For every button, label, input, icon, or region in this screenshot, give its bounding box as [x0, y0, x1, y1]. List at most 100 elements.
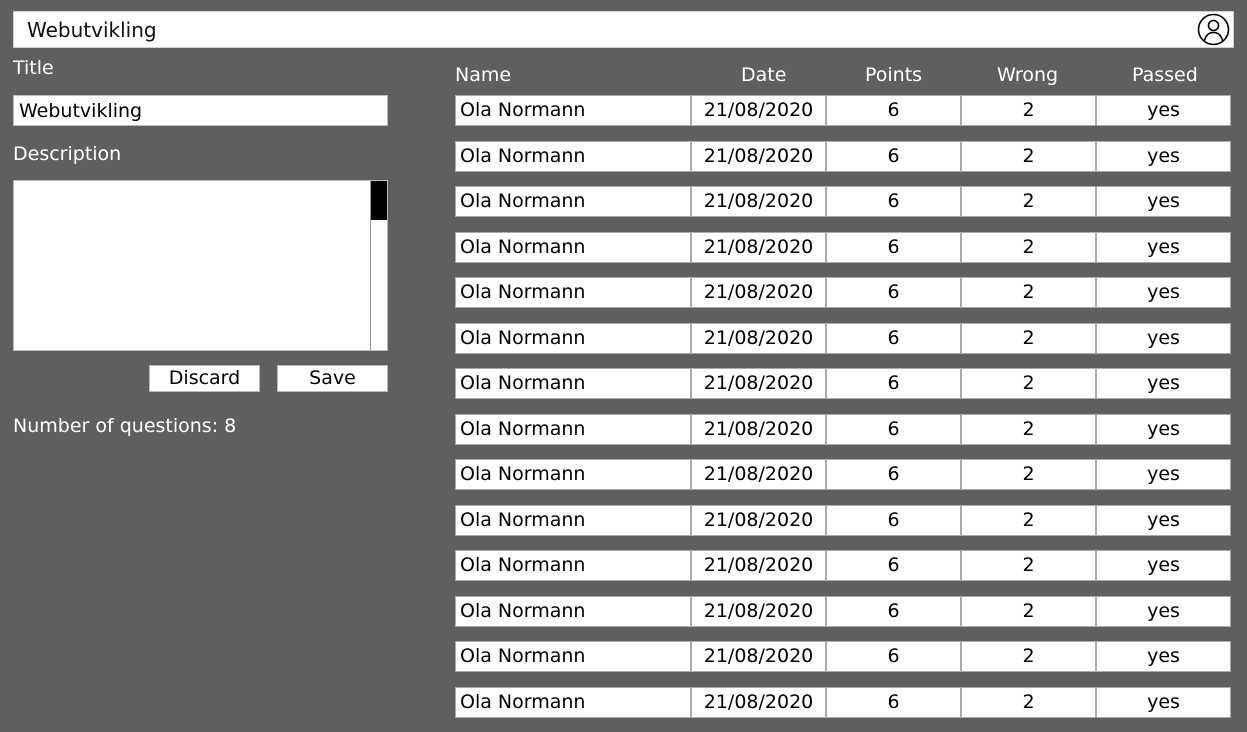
cell-name: Ola Normann	[455, 641, 691, 672]
column-header-name: Name	[455, 64, 512, 86]
cell-passed: yes	[1096, 95, 1231, 126]
cell-date: 21/08/2020	[691, 277, 826, 308]
cell-date: 21/08/2020	[691, 504, 826, 536]
cell-wrong: 2	[961, 368, 1096, 399]
cell-date: 21/08/2020	[691, 595, 826, 627]
title-bar: Webutvikling	[13, 11, 1234, 48]
cell-passed: yes	[1096, 595, 1231, 627]
cell-name: Ola Normann	[455, 504, 691, 536]
cell-wrong: 2	[961, 277, 1096, 308]
cell-name: Ola Normann	[455, 95, 691, 126]
cell-date: 21/08/2020	[691, 231, 826, 263]
title-input[interactable]	[13, 95, 388, 126]
app-title: Webutvikling	[27, 18, 157, 42]
cell-wrong: 2	[961, 459, 1096, 490]
question-count: Number of questions: 8	[13, 415, 237, 437]
column-header-date: Date	[741, 64, 787, 86]
results-table-header: Name Date Points Wrong Passed	[455, 61, 1231, 89]
cell-date: 21/08/2020	[691, 641, 826, 672]
cell-name: Ola Normann	[455, 686, 691, 718]
table-row[interactable]: Ola Normann 21/08/2020 6 2 yes	[455, 504, 1231, 536]
cell-passed: yes	[1096, 140, 1231, 172]
table-row[interactable]: Ola Normann 21/08/2020 6 2 yes	[455, 140, 1231, 172]
description-label: Description	[13, 143, 122, 165]
table-row[interactable]: Ola Normann 21/08/2020 6 2 yes	[455, 641, 1231, 672]
description-input[interactable]	[14, 181, 370, 350]
cell-points: 6	[826, 322, 961, 354]
cell-name: Ola Normann	[455, 413, 691, 445]
cell-wrong: 2	[961, 140, 1096, 172]
table-row[interactable]: Ola Normann 21/08/2020 6 2 yes	[455, 686, 1231, 718]
cell-points: 6	[826, 595, 961, 627]
cell-wrong: 2	[961, 186, 1096, 217]
cell-name: Ola Normann	[455, 231, 691, 263]
cell-name: Ola Normann	[455, 322, 691, 354]
cell-passed: yes	[1096, 413, 1231, 445]
table-row[interactable]: Ola Normann 21/08/2020 6 2 yes	[455, 231, 1231, 263]
cell-wrong: 2	[961, 413, 1096, 445]
cell-passed: yes	[1096, 550, 1231, 581]
discard-button[interactable]: Discard	[149, 365, 260, 392]
cell-points: 6	[826, 686, 961, 718]
cell-wrong: 2	[961, 231, 1096, 263]
cell-points: 6	[826, 550, 961, 581]
table-row[interactable]: Ola Normann 21/08/2020 6 2 yes	[455, 186, 1231, 217]
cell-points: 6	[826, 641, 961, 672]
table-row[interactable]: Ola Normann 21/08/2020 6 2 yes	[455, 368, 1231, 399]
cell-date: 21/08/2020	[691, 686, 826, 718]
cell-passed: yes	[1096, 459, 1231, 490]
cell-passed: yes	[1096, 686, 1231, 718]
scrollbar-thumb[interactable]	[371, 181, 387, 220]
column-header-points: Points	[865, 64, 923, 86]
cell-passed: yes	[1096, 186, 1231, 217]
cell-points: 6	[826, 140, 961, 172]
cell-wrong: 2	[961, 504, 1096, 536]
cell-date: 21/08/2020	[691, 550, 826, 581]
cell-wrong: 2	[961, 550, 1096, 581]
cell-date: 21/08/2020	[691, 413, 826, 445]
cell-name: Ola Normann	[455, 140, 691, 172]
cell-passed: yes	[1096, 504, 1231, 536]
cell-date: 21/08/2020	[691, 459, 826, 490]
description-scrollbar[interactable]	[370, 181, 387, 350]
column-header-passed: Passed	[1132, 64, 1198, 86]
cell-name: Ola Normann	[455, 368, 691, 399]
save-button[interactable]: Save	[277, 365, 388, 392]
cell-date: 21/08/2020	[691, 322, 826, 354]
column-header-wrong: Wrong	[997, 64, 1059, 86]
cell-name: Ola Normann	[455, 186, 691, 217]
cell-passed: yes	[1096, 641, 1231, 672]
cell-passed: yes	[1096, 231, 1231, 263]
cell-points: 6	[826, 95, 961, 126]
cell-date: 21/08/2020	[691, 140, 826, 172]
table-row[interactable]: Ola Normann 21/08/2020 6 2 yes	[455, 322, 1231, 354]
cell-wrong: 2	[961, 595, 1096, 627]
cell-points: 6	[826, 231, 961, 263]
cell-wrong: 2	[961, 95, 1096, 126]
cell-points: 6	[826, 459, 961, 490]
cell-date: 21/08/2020	[691, 95, 826, 126]
cell-passed: yes	[1096, 322, 1231, 354]
cell-wrong: 2	[961, 641, 1096, 672]
cell-points: 6	[826, 186, 961, 217]
cell-points: 6	[826, 368, 961, 399]
table-row[interactable]: Ola Normann 21/08/2020 6 2 yes	[455, 413, 1231, 445]
table-row[interactable]: Ola Normann 21/08/2020 6 2 yes	[455, 459, 1231, 490]
cell-points: 6	[826, 413, 961, 445]
account-circle-icon[interactable]	[1197, 13, 1230, 46]
cell-name: Ola Normann	[455, 595, 691, 627]
cell-date: 21/08/2020	[691, 368, 826, 399]
cell-name: Ola Normann	[455, 459, 691, 490]
cell-passed: yes	[1096, 368, 1231, 399]
cell-points: 6	[826, 504, 961, 536]
table-row[interactable]: Ola Normann 21/08/2020 6 2 yes	[455, 550, 1231, 581]
cell-points: 6	[826, 277, 961, 308]
title-label: Title	[13, 57, 54, 79]
table-row[interactable]: Ola Normann 21/08/2020 6 2 yes	[455, 95, 1231, 126]
cell-date: 21/08/2020	[691, 186, 826, 217]
table-row[interactable]: Ola Normann 21/08/2020 6 2 yes	[455, 595, 1231, 627]
cell-passed: yes	[1096, 277, 1231, 308]
cell-name: Ola Normann	[455, 277, 691, 308]
cell-wrong: 2	[961, 686, 1096, 718]
table-row[interactable]: Ola Normann 21/08/2020 6 2 yes	[455, 277, 1231, 308]
